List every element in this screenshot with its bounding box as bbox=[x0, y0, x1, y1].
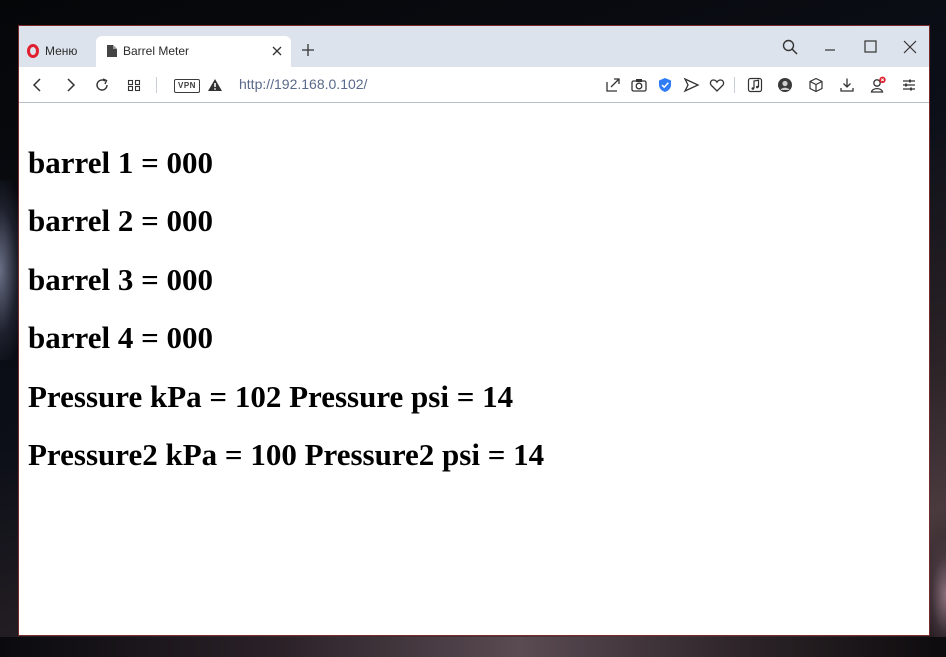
barrel-4-reading: barrel 4 = 000 bbox=[28, 320, 213, 355]
back-icon[interactable] bbox=[29, 76, 47, 94]
opera-logo-icon bbox=[27, 44, 39, 58]
profile-icon[interactable] bbox=[869, 76, 887, 94]
barrel-2-reading: barrel 2 = 000 bbox=[28, 203, 213, 238]
toolbar: VPN http://192.168.0.102/ bbox=[19, 67, 929, 103]
barrel-3-reading: barrel 3 = 000 bbox=[28, 262, 213, 297]
plus-icon[interactable] bbox=[301, 43, 315, 57]
opera-menu-button[interactable]: Меню bbox=[27, 41, 77, 61]
menu-label: Меню bbox=[45, 44, 78, 58]
document-icon bbox=[107, 45, 117, 57]
pressure2-reading: Pressure2 kPa = 100 Pressure2 psi = 14 bbox=[28, 437, 545, 472]
vpn-badge[interactable]: VPN bbox=[174, 79, 200, 93]
search-icon[interactable] bbox=[781, 38, 799, 56]
shield-icon[interactable] bbox=[656, 76, 674, 94]
forward-icon[interactable] bbox=[61, 76, 79, 94]
reload-icon[interactable] bbox=[93, 76, 111, 94]
minimize-icon[interactable] bbox=[821, 38, 839, 56]
download-icon[interactable] bbox=[838, 76, 856, 94]
share-icon[interactable] bbox=[604, 76, 622, 94]
warning-icon[interactable] bbox=[206, 76, 224, 94]
address-field[interactable]: http://192.168.0.102/ bbox=[239, 76, 367, 92]
toolbar-separator bbox=[156, 77, 157, 93]
tab-strip: Меню Barrel Meter bbox=[19, 26, 929, 67]
settings-sliders-icon[interactable] bbox=[900, 76, 918, 94]
toolbar-separator bbox=[734, 77, 735, 93]
tab-barrel-meter[interactable]: Barrel Meter bbox=[96, 36, 291, 67]
maximize-icon[interactable] bbox=[861, 38, 879, 56]
barrel-1-reading: barrel 1 = 000 bbox=[28, 145, 213, 180]
window-close-icon[interactable] bbox=[901, 38, 919, 56]
music-icon[interactable] bbox=[746, 76, 764, 94]
avatar-icon[interactable] bbox=[776, 76, 794, 94]
send-icon[interactable] bbox=[682, 76, 700, 94]
tab-title: Barrel Meter bbox=[123, 44, 190, 58]
browser-window: Меню Barrel Meter VPN http://192.168.0.1… bbox=[18, 25, 930, 636]
wallpaper-bottom bbox=[0, 637, 946, 657]
page-content: barrel 1 = 000 barrel 2 = 000 barrel 3 =… bbox=[19, 103, 929, 635]
camera-icon[interactable] bbox=[630, 76, 648, 94]
cube-icon[interactable] bbox=[807, 76, 825, 94]
close-icon[interactable] bbox=[270, 44, 284, 58]
tabs-grid-icon[interactable] bbox=[125, 76, 143, 94]
heart-icon[interactable] bbox=[708, 76, 726, 94]
pressure-reading: Pressure kPa = 102 Pressure psi = 14 bbox=[28, 379, 514, 414]
